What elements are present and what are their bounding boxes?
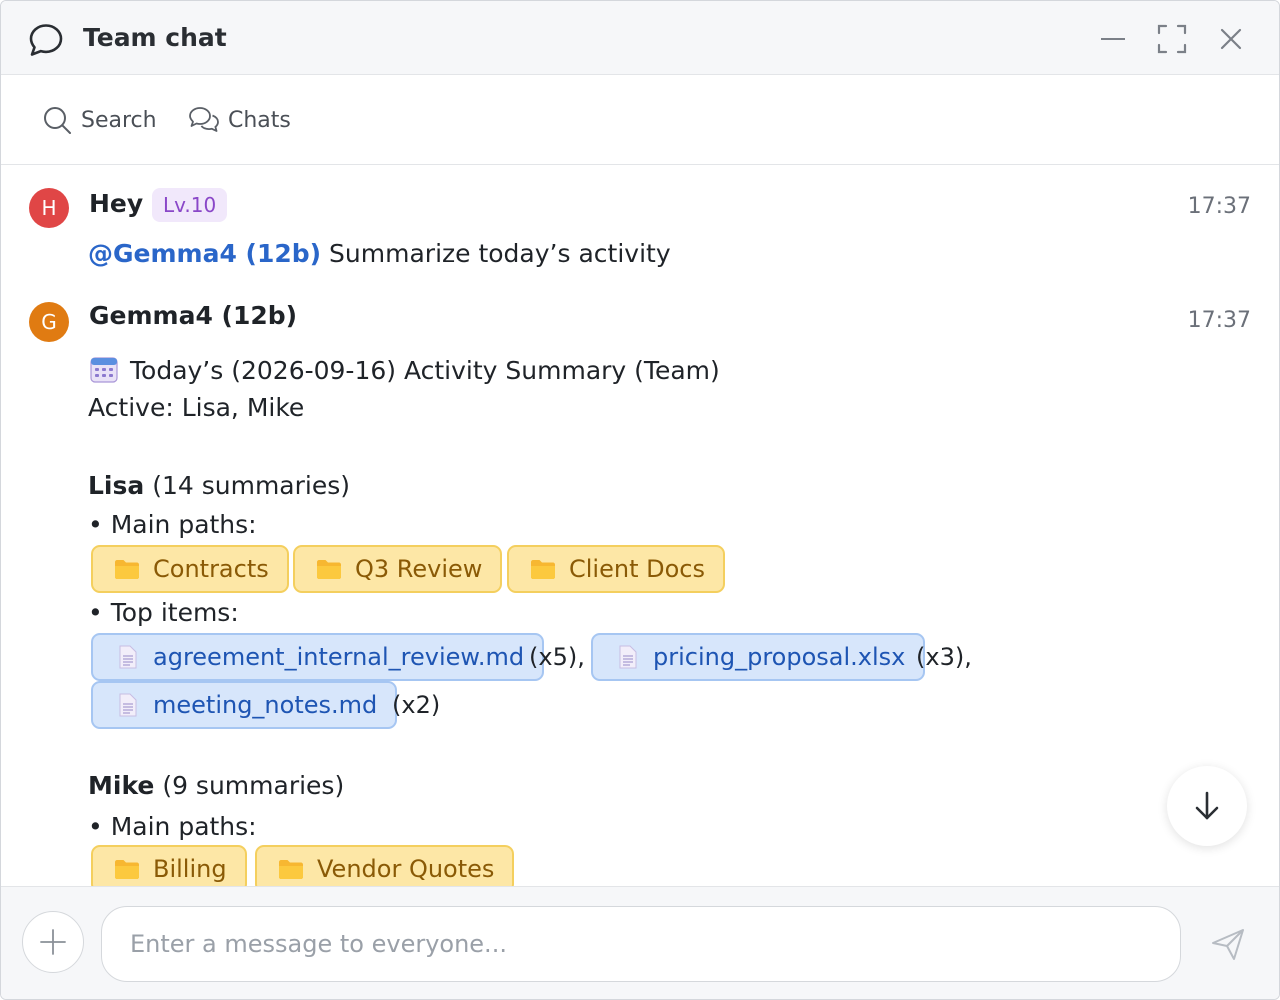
sender-name[interactable]: Gemma4 (12b): [89, 301, 297, 330]
chats-icon: [189, 107, 219, 132]
level-badge: Lv.10: [152, 188, 228, 222]
close-icon: [1220, 28, 1242, 50]
message-body: Summarize today’s activity: [329, 239, 671, 268]
scroll-to-bottom-button[interactable]: [1167, 766, 1247, 846]
active-users: Active: Lisa, Mike: [88, 393, 305, 422]
chat-window: Team chat Search Chats H Hey Lv.10 17:37…: [0, 0, 1280, 1000]
main-paths-label: • Main paths:: [88, 510, 257, 539]
mention-link[interactable]: @Gemma4 (12b): [88, 239, 321, 268]
toolbar: Search Chats: [1, 75, 1279, 165]
send-button[interactable]: [1208, 924, 1248, 964]
minimize-icon: [1101, 38, 1125, 40]
summary-title: Today’s (2026-09-16) Activity Summary (T…: [88, 353, 720, 385]
item-count: (x5),: [529, 643, 585, 671]
chat-bubble-icon: [29, 24, 63, 56]
file-icon: [619, 645, 637, 669]
chats-button[interactable]: Chats: [188, 103, 291, 137]
message-composer: [1, 886, 1279, 999]
message-list[interactable]: H Hey Lv.10 17:37 @Gemma4 (12b) Summariz…: [1, 165, 1279, 886]
folder-icon: [279, 860, 303, 879]
message-input[interactable]: [101, 906, 1181, 982]
chats-label: Chats: [228, 107, 291, 133]
folder-chip[interactable]: Vendor Quotes: [255, 845, 515, 886]
folder-icon: [115, 860, 139, 879]
folder-icon: [115, 560, 139, 579]
folder-chip[interactable]: Q3 Review: [293, 545, 503, 593]
folder-chip[interactable]: Client Docs: [507, 545, 725, 593]
file-icon: [119, 645, 137, 669]
file-chip[interactable]: meeting_notes.md: [91, 681, 398, 729]
file-chip[interactable]: agreement_internal_review.md: [91, 633, 545, 681]
minimize-button[interactable]: [1095, 21, 1131, 57]
avatar[interactable]: G: [29, 302, 69, 342]
top-items-label: • Top items:: [88, 598, 239, 627]
item-count: (x2): [392, 691, 441, 719]
close-button[interactable]: [1213, 21, 1249, 57]
folder-icon: [531, 560, 555, 579]
title-bar: Team chat: [1, 1, 1279, 75]
search-button[interactable]: Search: [41, 103, 157, 137]
user-summary-header: Mike (9 summaries): [88, 771, 345, 800]
avatar[interactable]: H: [29, 188, 69, 228]
message-text: @Gemma4 (12b) Summarize today’s activity: [88, 239, 671, 268]
item-count: (x3),: [916, 643, 972, 671]
folder-chip[interactable]: Contracts: [91, 545, 289, 593]
plus-icon: [40, 929, 66, 955]
search-label: Search: [81, 107, 157, 133]
arrow-down-icon: [1195, 791, 1219, 820]
send-icon: [1212, 929, 1244, 960]
search-icon: [44, 107, 71, 134]
user-summary-header: Lisa (14 summaries): [88, 471, 350, 500]
message-time: 17:37: [1187, 308, 1251, 333]
add-attachment-button[interactable]: [22, 911, 84, 973]
folder-icon: [317, 560, 341, 579]
maximize-button[interactable]: [1154, 21, 1190, 57]
folder-chip[interactable]: Billing: [91, 845, 247, 886]
message-time: 17:37: [1187, 194, 1251, 219]
calendar-icon: [90, 357, 118, 383]
file-chip[interactable]: pricing_proposal.xlsx: [591, 633, 926, 681]
maximize-icon: [1157, 24, 1187, 54]
main-paths-label: • Main paths:: [88, 812, 257, 841]
file-icon: [119, 693, 137, 717]
sender-name[interactable]: Hey: [89, 189, 143, 218]
window-title: Team chat: [83, 23, 227, 52]
